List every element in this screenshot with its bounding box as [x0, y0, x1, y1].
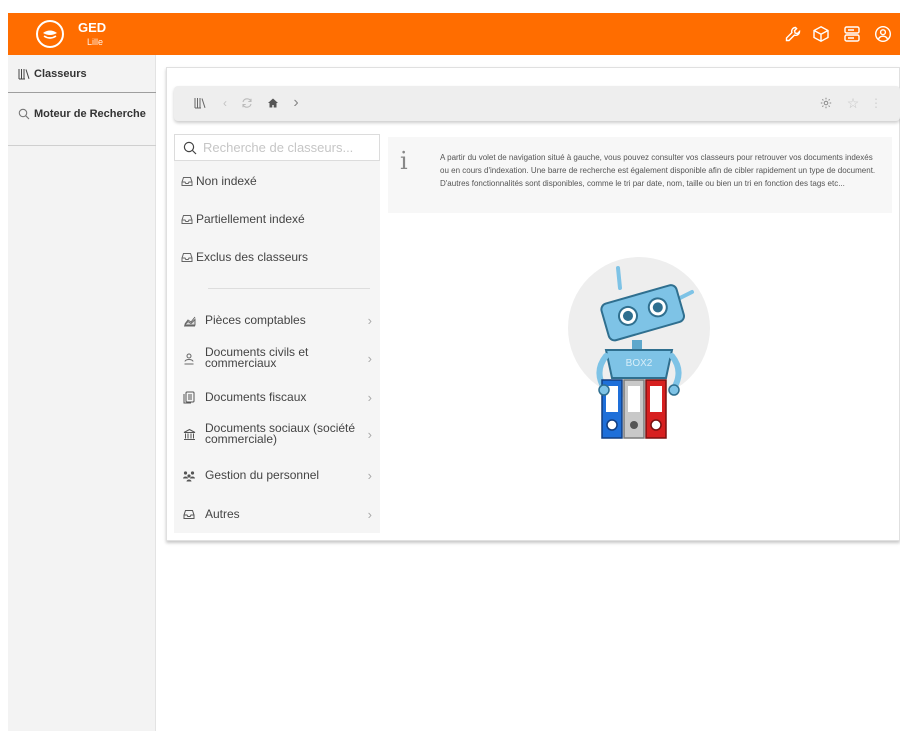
inbox-icon [181, 214, 193, 224]
tree-item-partiellement-indexe[interactable]: Partiellement indexé [181, 212, 305, 226]
chevron-right-icon[interactable]: › [288, 94, 304, 111]
category-documents-civils[interactable]: Documents civils et commerciaux › [182, 345, 372, 370]
inbox-icon [182, 508, 196, 522]
chart-area-icon [182, 314, 196, 328]
category-label: Pièces comptables [205, 313, 306, 327]
home-icon[interactable] [265, 95, 281, 111]
users-icon [182, 351, 196, 365]
bank-icon [182, 427, 196, 441]
app-subtitle: Lille [87, 37, 104, 47]
category-label: Autres [205, 507, 240, 521]
files-icon [182, 391, 196, 405]
category-gestion-personnel[interactable]: Gestion du personnel › [182, 468, 372, 483]
category-label: Documents civils et commerciaux [205, 345, 309, 370]
sidebar-item-moteur-de-recherche[interactable]: Moteur de Recherche [18, 108, 146, 120]
category-documents-fiscaux[interactable]: Documents fiscaux › [182, 390, 372, 405]
left-sidebar: Classeurs Moteur de Recherche [8, 55, 156, 731]
gear-icon[interactable] [818, 95, 834, 111]
binder-search [174, 134, 380, 161]
category-autres[interactable]: Autres › [182, 507, 372, 522]
chevron-right-icon: › [367, 507, 372, 522]
more-vertical-icon[interactable]: ⋮ [868, 95, 884, 111]
tree-item-label: Partiellement indexé [196, 212, 305, 226]
logo-icon[interactable] [36, 20, 64, 48]
tree-item-non-indexe[interactable]: Non indexé [181, 174, 257, 188]
sidebar-item-classeurs[interactable]: Classeurs [18, 68, 87, 80]
category-label: Gestion du personnel [205, 468, 320, 482]
robot-illustration: BOX2 [566, 256, 712, 442]
inbox-icon [181, 252, 193, 262]
star-icon[interactable]: ☆ [845, 95, 861, 111]
chevron-right-icon: › [367, 390, 372, 405]
refresh-icon[interactable] [239, 95, 255, 111]
info-text: A partir du volet de navigation situé à … [440, 153, 876, 188]
sidebar-item-label: Classeurs [34, 68, 87, 80]
search-icon [18, 108, 30, 120]
divider [208, 288, 370, 289]
user-circle-icon[interactable] [873, 24, 893, 44]
divider [8, 145, 156, 146]
cube-icon[interactable] [811, 24, 831, 44]
binder-tree: Non indexé Partiellement indexé Exclus d… [174, 134, 380, 533]
tree-item-label: Exclus des classeurs [196, 250, 309, 264]
group-icon [182, 469, 196, 483]
robot-label: BOX2 [626, 358, 653, 369]
top-bar: GED Lille [8, 13, 900, 55]
search-input[interactable] [203, 140, 368, 155]
app-title: GED [78, 20, 107, 35]
category-pieces-comptables[interactable]: Pièces comptables › [182, 313, 372, 328]
library-icon[interactable] [192, 95, 208, 111]
search-icon [183, 141, 197, 154]
sidebar-item-label: Moteur de Recherche [34, 108, 146, 120]
category-label: Documents fiscaux [205, 390, 307, 404]
chevron-right-icon: › [367, 313, 372, 328]
wrench-icon[interactable] [783, 24, 803, 44]
category-label: Documents sociaux (société commerciale) [205, 421, 356, 446]
chevron-right-icon: › [367, 426, 372, 442]
chevron-right-icon: › [367, 468, 372, 483]
tree-item-exclus[interactable]: Exclus des classeurs [181, 250, 308, 264]
chevron-right-icon: › [367, 350, 372, 366]
info-box: i A partir du volet de navigation situé … [388, 137, 892, 213]
tree-item-label: Non indexé [196, 174, 257, 188]
info-icon: i [400, 147, 408, 175]
inbox-icon [181, 176, 193, 186]
library-icon [18, 69, 30, 80]
server-icon[interactable] [842, 24, 862, 44]
chevron-left-icon[interactable]: ‹ [217, 95, 233, 111]
category-documents-sociaux[interactable]: Documents sociaux (société commerciale) … [182, 421, 372, 446]
toolbar: ‹ › ☆ ⋮ [174, 86, 900, 121]
divider [8, 92, 156, 93]
